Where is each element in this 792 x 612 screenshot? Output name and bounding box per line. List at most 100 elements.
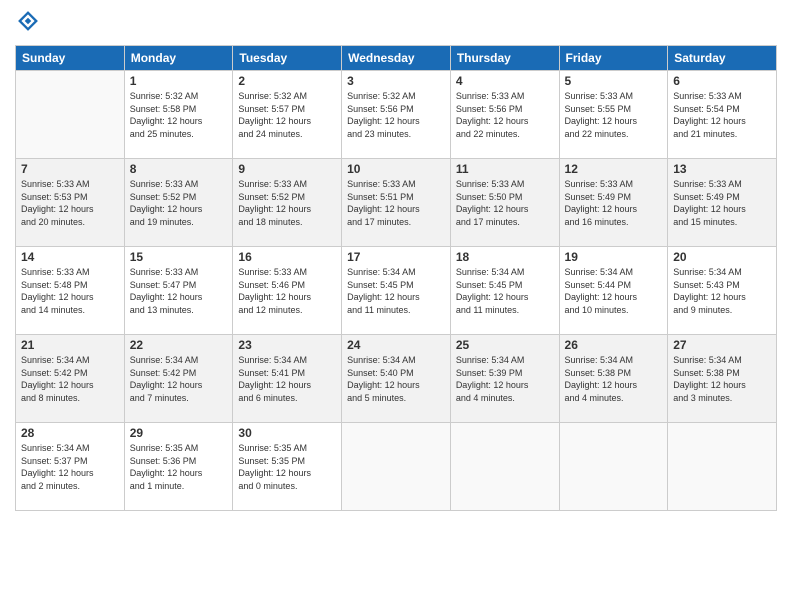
calendar-cell: 8 Sunrise: 5:33 AM Sunset: 5:52 PM Daylig… bbox=[124, 159, 233, 247]
day-info: Sunrise: 5:34 AM Sunset: 5:39 PM Dayligh… bbox=[456, 354, 554, 404]
day-number: 7 bbox=[21, 162, 119, 176]
calendar-cell: 28 Sunrise: 5:34 AM Sunset: 5:37 PM Dayli… bbox=[16, 423, 125, 511]
day-info: Sunrise: 5:34 AM Sunset: 5:43 PM Dayligh… bbox=[673, 266, 771, 316]
day-number: 8 bbox=[130, 162, 228, 176]
day-info: Sunrise: 5:33 AM Sunset: 5:55 PM Dayligh… bbox=[565, 90, 663, 140]
calendar-cell: 10 Sunrise: 5:33 AM Sunset: 5:51 PM Dayli… bbox=[342, 159, 451, 247]
calendar-cell: 5 Sunrise: 5:33 AM Sunset: 5:55 PM Daylig… bbox=[559, 71, 668, 159]
day-info: Sunrise: 5:33 AM Sunset: 5:56 PM Dayligh… bbox=[456, 90, 554, 140]
calendar-header-thursday: Thursday bbox=[450, 46, 559, 71]
calendar-header-monday: Monday bbox=[124, 46, 233, 71]
calendar-cell bbox=[16, 71, 125, 159]
calendar-table: SundayMondayTuesdayWednesdayThursdayFrid… bbox=[15, 45, 777, 511]
calendar-cell: 21Sunrise: 5:34 AM Sunset: 5:42 PM Dayli… bbox=[16, 335, 125, 423]
calendar-cell bbox=[668, 423, 777, 511]
day-info: Sunrise: 5:34 AM Sunset: 5:41 PM Dayligh… bbox=[238, 354, 336, 404]
page: SundayMondayTuesdayWednesdayThursdayFrid… bbox=[0, 0, 792, 612]
calendar-cell: 23 Sunrise: 5:34 AM Sunset: 5:41 PM Dayli… bbox=[233, 335, 342, 423]
day-info: Sunrise: 5:33 AM Sunset: 5:53 PM Dayligh… bbox=[21, 178, 119, 228]
day-info: Sunrise: 5:33 AM Sunset: 5:48 PM Dayligh… bbox=[21, 266, 119, 316]
day-info: Sunrise: 5:32 AM Sunset: 5:56 PM Dayligh… bbox=[347, 90, 445, 140]
calendar-cell: 30Sunrise: 5:35 AM Sunset: 5:35 PM Dayli… bbox=[233, 423, 342, 511]
day-number: 15 bbox=[130, 250, 228, 264]
day-info: Sunrise: 5:34 AM Sunset: 5:40 PM Dayligh… bbox=[347, 354, 445, 404]
calendar-cell: 14 Sunrise: 5:33 AM Sunset: 5:48 PM Dayli… bbox=[16, 247, 125, 335]
logo-icon bbox=[17, 10, 39, 32]
day-info: Sunrise: 5:34 AM Sunset: 5:42 PM Dayligh… bbox=[130, 354, 228, 404]
day-number: 1 bbox=[130, 74, 228, 88]
calendar-cell: 1 Sunrise: 5:32 AM Sunset: 5:58 PM Daylig… bbox=[124, 71, 233, 159]
calendar-cell: 29 Sunrise: 5:35 AM Sunset: 5:36 PM Dayli… bbox=[124, 423, 233, 511]
day-number: 18 bbox=[456, 250, 554, 264]
calendar-week-row: 21 Sunrise: 5:34 AM Sunset: 5:42 PM Dayli… bbox=[16, 335, 777, 423]
calendar-cell: 15 Sunrise: 5:33 AM Sunset: 5:47 PM Dayli… bbox=[124, 247, 233, 335]
calendar-cell: 17Sunrise: 5:34 AM Sunset: 5:45 PM Dayli… bbox=[342, 247, 451, 335]
day-number: 28 bbox=[21, 426, 119, 440]
calendar-week-row: 14 Sunrise: 5:33 AM Sunset: 5:48 PM Dayli… bbox=[16, 247, 777, 335]
day-number: 9 bbox=[238, 162, 336, 176]
calendar-week-row: 1 Sunrise: 5:32 AM Sunset: 5:58 PM Daylig… bbox=[16, 71, 777, 159]
day-number: 14 bbox=[21, 250, 119, 264]
day-number: 10 bbox=[347, 162, 445, 176]
day-number: 25 bbox=[456, 338, 554, 352]
calendar-header-tuesday: Tuesday bbox=[233, 46, 342, 71]
day-info: Sunrise: 5:33 AM Sunset: 5:54 PM Dayligh… bbox=[673, 90, 771, 140]
calendar-week-row: 7 Sunrise: 5:33 AM Sunset: 5:53 PM Daylig… bbox=[16, 159, 777, 247]
day-info: Sunrise: 5:33 AM Sunset: 5:47 PM Dayligh… bbox=[130, 266, 228, 316]
calendar-header-wednesday: Wednesday bbox=[342, 46, 451, 71]
calendar-cell: 22 Sunrise: 5:34 AM Sunset: 5:42 PM Dayli… bbox=[124, 335, 233, 423]
day-number: 4 bbox=[456, 74, 554, 88]
day-number: 16 bbox=[238, 250, 336, 264]
calendar-cell: 26 Sunrise: 5:34 AM Sunset: 5:38 PM Dayli… bbox=[559, 335, 668, 423]
day-info: Sunrise: 5:33 AM Sunset: 5:50 PM Dayligh… bbox=[456, 178, 554, 228]
day-number: 21 bbox=[21, 338, 119, 352]
day-number: 6 bbox=[673, 74, 771, 88]
day-info: Sunrise: 5:34 AM Sunset: 5:38 PM Dayligh… bbox=[673, 354, 771, 404]
day-number: 29 bbox=[130, 426, 228, 440]
calendar-cell: 12 Sunrise: 5:33 AM Sunset: 5:49 PM Dayli… bbox=[559, 159, 668, 247]
day-number: 3 bbox=[347, 74, 445, 88]
day-info: Sunrise: 5:34 AM Sunset: 5:44 PM Dayligh… bbox=[565, 266, 663, 316]
day-info: Sunrise: 5:32 AM Sunset: 5:58 PM Dayligh… bbox=[130, 90, 228, 140]
calendar-cell: 16 Sunrise: 5:33 AM Sunset: 5:46 PM Dayli… bbox=[233, 247, 342, 335]
day-number: 23 bbox=[238, 338, 336, 352]
day-number: 2 bbox=[238, 74, 336, 88]
day-info: Sunrise: 5:34 AM Sunset: 5:45 PM Dayligh… bbox=[456, 266, 554, 316]
day-info: Sunrise: 5:35 AM Sunset: 5:35 PM Dayligh… bbox=[238, 442, 336, 492]
calendar-cell: 18 Sunrise: 5:34 AM Sunset: 5:45 PM Dayli… bbox=[450, 247, 559, 335]
day-info: Sunrise: 5:35 AM Sunset: 5:36 PM Dayligh… bbox=[130, 442, 228, 492]
calendar-cell: 3 Sunrise: 5:32 AM Sunset: 5:56 PM Daylig… bbox=[342, 71, 451, 159]
day-info: Sunrise: 5:33 AM Sunset: 5:49 PM Dayligh… bbox=[565, 178, 663, 228]
day-number: 26 bbox=[565, 338, 663, 352]
day-info: Sunrise: 5:33 AM Sunset: 5:52 PM Dayligh… bbox=[238, 178, 336, 228]
calendar-cell: 13 Sunrise: 5:33 AM Sunset: 5:49 PM Dayli… bbox=[668, 159, 777, 247]
calendar-cell bbox=[559, 423, 668, 511]
day-info: Sunrise: 5:34 AM Sunset: 5:37 PM Dayligh… bbox=[21, 442, 119, 492]
day-info: Sunrise: 5:34 AM Sunset: 5:38 PM Dayligh… bbox=[565, 354, 663, 404]
day-number: 12 bbox=[565, 162, 663, 176]
calendar-week-row: 28 Sunrise: 5:34 AM Sunset: 5:37 PM Dayli… bbox=[16, 423, 777, 511]
calendar-cell: 4 Sunrise: 5:33 AM Sunset: 5:56 PM Daylig… bbox=[450, 71, 559, 159]
day-number: 20 bbox=[673, 250, 771, 264]
day-number: 13 bbox=[673, 162, 771, 176]
calendar-cell: 2Sunrise: 5:32 AM Sunset: 5:57 PM Daylig… bbox=[233, 71, 342, 159]
day-info: Sunrise: 5:33 AM Sunset: 5:51 PM Dayligh… bbox=[347, 178, 445, 228]
day-number: 24 bbox=[347, 338, 445, 352]
day-number: 19 bbox=[565, 250, 663, 264]
calendar-header-saturday: Saturday bbox=[668, 46, 777, 71]
day-number: 22 bbox=[130, 338, 228, 352]
calendar-cell: 9 Sunrise: 5:33 AM Sunset: 5:52 PM Daylig… bbox=[233, 159, 342, 247]
day-info: Sunrise: 5:33 AM Sunset: 5:52 PM Dayligh… bbox=[130, 178, 228, 228]
calendar-cell: 20 Sunrise: 5:34 AM Sunset: 5:43 PM Dayli… bbox=[668, 247, 777, 335]
day-number: 5 bbox=[565, 74, 663, 88]
calendar-cell: 19 Sunrise: 5:34 AM Sunset: 5:44 PM Dayli… bbox=[559, 247, 668, 335]
calendar-cell: 24 Sunrise: 5:34 AM Sunset: 5:40 PM Dayli… bbox=[342, 335, 451, 423]
day-info: Sunrise: 5:33 AM Sunset: 5:46 PM Dayligh… bbox=[238, 266, 336, 316]
calendar-cell: 27 Sunrise: 5:34 AM Sunset: 5:38 PM Dayli… bbox=[668, 335, 777, 423]
day-info: Sunrise: 5:34 AM Sunset: 5:45 PM Dayligh… bbox=[347, 266, 445, 316]
day-number: 11 bbox=[456, 162, 554, 176]
day-info: Sunrise: 5:33 AM Sunset: 5:49 PM Dayligh… bbox=[673, 178, 771, 228]
day-number: 27 bbox=[673, 338, 771, 352]
calendar-header-row: SundayMondayTuesdayWednesdayThursdayFrid… bbox=[16, 46, 777, 71]
calendar-cell bbox=[450, 423, 559, 511]
